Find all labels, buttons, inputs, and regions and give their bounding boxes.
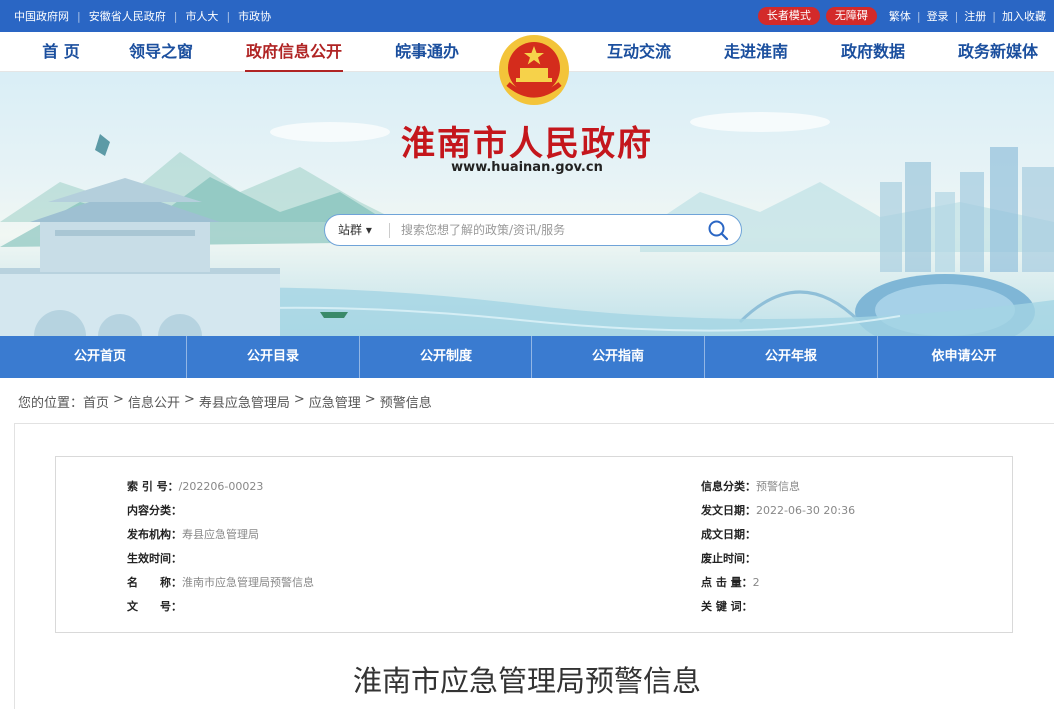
meta-value: 2 bbox=[752, 576, 760, 589]
subnav-disclosure-guide[interactable]: 公开指南 bbox=[532, 336, 704, 378]
top-links: 中国政府网 | 安徽省人民政府 | 市人大 | 市政协 bbox=[14, 0, 271, 32]
search-scope-label: 站群 bbox=[338, 223, 363, 237]
separator: | bbox=[916, 9, 921, 23]
meta-keywords-row: 关 键 词： bbox=[701, 598, 753, 614]
meta-clicks-row: 点 击 量：2 bbox=[701, 574, 760, 590]
disclosure-sub-nav: 公开首页 公开目录 公开制度 公开指南 公开年报 依申请公开 bbox=[0, 336, 1054, 378]
link-anhui-gov[interactable]: 安徽省人民政府 bbox=[89, 8, 166, 24]
meta-effective-row: 生效时间： bbox=[127, 550, 182, 566]
search-box: 站群 ▾ 搜索您想了解的政策/资讯/服务 bbox=[324, 214, 742, 246]
breadcrumb-emergency-management[interactable]: 应急管理 bbox=[309, 392, 361, 411]
national-emblem-icon bbox=[499, 35, 569, 105]
meta-label: 内容分类： bbox=[127, 504, 182, 517]
meta-label: 发布机构： bbox=[127, 528, 182, 541]
meta-category-row: 信息分类：预警信息 bbox=[701, 478, 800, 494]
breadcrumb-separator: > bbox=[364, 392, 376, 407]
breadcrumb-separator: > bbox=[183, 392, 195, 407]
meta-value: 寿县应急管理局 bbox=[182, 528, 259, 541]
meta-expiry-row: 废止时间： bbox=[701, 550, 756, 566]
breadcrumb-separator: > bbox=[113, 392, 124, 407]
meta-value: /202206-00023 bbox=[178, 480, 264, 493]
nav-home[interactable]: 首 页 bbox=[38, 32, 84, 72]
divider bbox=[389, 223, 390, 238]
search-icon[interactable] bbox=[707, 219, 729, 241]
nav-interaction[interactable]: 互动交流 bbox=[605, 32, 673, 72]
breadcrumb-shouxian-emergency[interactable]: 寿县应急管理局 bbox=[199, 392, 290, 411]
search-scope-select[interactable]: 站群 ▾ bbox=[338, 215, 372, 245]
top-right-tools: 长者模式 无障碍 繁体 | 登录 | 注册 | 加入收藏 bbox=[757, 0, 1046, 32]
meta-label: 关 键 词： bbox=[701, 600, 753, 613]
meta-label: 生效时间： bbox=[127, 552, 182, 565]
site-url: www.huainan.gov.cn bbox=[451, 160, 603, 175]
meta-label: 废止时间： bbox=[701, 552, 756, 565]
meta-docno-row: 文 号： bbox=[127, 598, 182, 614]
meta-date-row: 发文日期：2022-06-30 20:36 bbox=[701, 502, 855, 518]
chevron-down-icon: ▾ bbox=[365, 223, 372, 237]
site-title: 淮南市人民政府 bbox=[401, 124, 653, 164]
meta-label: 成文日期： bbox=[701, 528, 756, 541]
meta-created-row: 成文日期： bbox=[701, 526, 756, 542]
link-city-cppcc[interactable]: 市政协 bbox=[238, 8, 271, 24]
meta-label: 信息分类： bbox=[701, 480, 756, 493]
login-link[interactable]: 登录 bbox=[927, 8, 949, 24]
subnav-disclosure-rules[interactable]: 公开制度 bbox=[360, 336, 532, 378]
subnav-disclosure-catalog[interactable]: 公开目录 bbox=[187, 336, 359, 378]
breadcrumb-warning-info[interactable]: 预警信息 bbox=[380, 392, 432, 411]
nav-about-huainan[interactable]: 走进淮南 bbox=[722, 32, 790, 72]
meta-label: 名 称： bbox=[127, 576, 182, 589]
nav-gov-data[interactable]: 政府数据 bbox=[839, 32, 907, 72]
meta-label: 发文日期： bbox=[701, 504, 756, 517]
register-link[interactable]: 注册 bbox=[964, 8, 986, 24]
meta-value: 淮南市应急管理局预警信息 bbox=[182, 576, 314, 589]
breadcrumb: 您的位置： 首页 > 信息公开 > 寿县应急管理局 > 应急管理 > 预警信息 bbox=[18, 392, 436, 411]
breadcrumb-info-disclosure[interactable]: 信息公开 bbox=[128, 392, 180, 411]
meta-label: 索 引 号： bbox=[127, 480, 179, 493]
separator: | bbox=[954, 9, 959, 23]
separator: | bbox=[226, 9, 231, 23]
nav-new-media[interactable]: 政务新媒体 bbox=[956, 32, 1040, 72]
separator: | bbox=[77, 9, 81, 23]
breadcrumb-home[interactable]: 首页 bbox=[83, 392, 109, 411]
add-favorite-link[interactable]: 加入收藏 bbox=[1002, 8, 1046, 24]
article-title: 淮南市应急管理局预警信息 bbox=[352, 664, 701, 698]
subnav-apply-disclosure[interactable]: 依申请公开 bbox=[878, 336, 1050, 378]
meta-value: 预警信息 bbox=[756, 480, 800, 493]
meta-label: 文 号： bbox=[127, 600, 182, 613]
nav-services[interactable]: 皖事通办 bbox=[393, 32, 461, 72]
accessibility-button[interactable]: 无障碍 bbox=[825, 7, 877, 25]
breadcrumb-prefix: 您的位置： bbox=[18, 396, 84, 411]
meta-content-category-row: 内容分类： bbox=[127, 502, 182, 518]
elder-mode-button[interactable]: 长者模式 bbox=[757, 7, 820, 25]
nav-leaders[interactable]: 领导之窗 bbox=[128, 32, 194, 72]
breadcrumb-separator: > bbox=[293, 392, 305, 407]
banner-landscape-image bbox=[0, 112, 1054, 336]
meta-label: 点 击 量： bbox=[701, 576, 753, 589]
meta-value: 2022-06-30 20:36 bbox=[756, 504, 856, 517]
meta-index-row: 索 引 号：/202206-00023 bbox=[127, 478, 263, 494]
separator: | bbox=[173, 9, 178, 23]
meta-name-row: 名 称：淮南市应急管理局预警信息 bbox=[127, 574, 314, 590]
banner: 淮南市人民政府 www.huainan.gov.cn 站群 ▾ 搜索您想了解的政… bbox=[0, 72, 1054, 336]
top-bar: 中国政府网 | 安徽省人民政府 | 市人大 | 市政协 长者模式 无障碍 繁体 … bbox=[0, 0, 1054, 32]
link-city-npc[interactable]: 市人大 bbox=[185, 8, 218, 24]
subnav-annual-report[interactable]: 公开年报 bbox=[705, 336, 877, 378]
search-input[interactable]: 搜索您想了解的政策/资讯/服务 bbox=[401, 215, 565, 245]
link-gov-china[interactable]: 中国政府网 bbox=[14, 8, 69, 24]
nav-info-disclosure[interactable]: 政府信息公开 bbox=[245, 32, 343, 72]
subnav-disclosure-home[interactable]: 公开首页 bbox=[14, 336, 186, 378]
traditional-chinese-link[interactable]: 繁体 bbox=[889, 8, 911, 24]
meta-publisher-row: 发布机构：寿县应急管理局 bbox=[127, 526, 259, 542]
separator: | bbox=[992, 9, 996, 23]
